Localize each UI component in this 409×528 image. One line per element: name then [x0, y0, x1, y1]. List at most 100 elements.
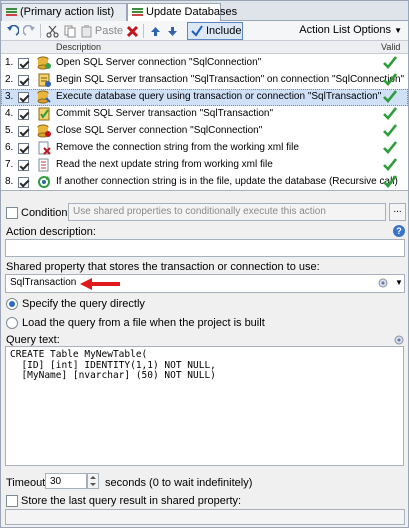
store-result-label: Store the last query result in shared pr… — [21, 495, 242, 507]
row-number: 1. — [5, 57, 14, 68]
undo-button[interactable] — [4, 23, 20, 39]
undo-icon — [6, 25, 19, 36]
store-result-checkbox[interactable] — [6, 495, 18, 507]
action-description-field[interactable] — [5, 239, 405, 257]
recursive-call-icon — [37, 175, 51, 189]
row-description: Remove the connection string from the wo… — [56, 142, 299, 153]
condition-label: Condition: — [21, 207, 71, 219]
xml-remove-icon — [37, 141, 51, 155]
list-header: Description Valid — [1, 41, 408, 54]
scissors-icon — [45, 25, 59, 38]
row-enabled-checkbox[interactable] — [18, 177, 29, 188]
redo-button[interactable] — [21, 23, 37, 39]
action-list-icon — [6, 7, 17, 20]
row-enabled-checkbox[interactable] — [18, 126, 29, 137]
action-row[interactable]: 2. Begin SQL Server transaction "SqlTrans… — [1, 72, 408, 89]
tab-label: (Primary action list) — [20, 6, 115, 18]
radio-load-query-from-file-label: Load the query from a file when the proj… — [22, 317, 265, 329]
shared-property-icon[interactable] — [377, 277, 389, 292]
arrow-up-icon — [150, 26, 160, 36]
row-description: Read the next update string from working… — [56, 159, 273, 170]
include-label: Include — [206, 25, 242, 37]
checkmark-icon — [191, 25, 203, 37]
row-enabled-checkbox[interactable] — [18, 160, 29, 171]
condition-field[interactable]: Use shared properties to conditionally e… — [68, 203, 386, 221]
delete-icon — [126, 25, 138, 37]
redo-icon — [22, 25, 35, 36]
action-row[interactable]: 1. Open SQL Server connection "SqlConnect… — [1, 55, 408, 72]
row-enabled-checkbox[interactable] — [18, 58, 29, 69]
query-text-label: Query text: — [6, 334, 60, 346]
include-toggle-button[interactable]: Include — [187, 22, 243, 40]
row-description: Execute database query using transaction… — [56, 91, 382, 102]
column-header-description[interactable]: Description — [56, 42, 101, 52]
move-up-button[interactable] — [147, 23, 163, 39]
arrow-down-icon — [167, 26, 177, 36]
move-down-button[interactable] — [164, 23, 180, 39]
paste-button[interactable]: Paste — [81, 23, 123, 39]
valid-check-icon — [383, 90, 398, 106]
chevron-down-icon[interactable]: ▼ — [395, 278, 403, 287]
paste-label: Paste — [94, 25, 123, 37]
database-query-icon — [37, 90, 51, 104]
action-list-window: (Primary action list) Update Databases P… — [0, 0, 409, 528]
transaction-begin-icon — [37, 73, 51, 87]
copy-button[interactable] — [62, 23, 78, 39]
valid-check-icon — [383, 158, 398, 174]
timeout-spinner[interactable] — [87, 473, 99, 489]
radio-load-query-from-file[interactable] — [6, 317, 18, 329]
cut-button[interactable] — [44, 23, 60, 39]
shared-property-value: SqlTransaction — [10, 277, 77, 288]
valid-check-icon — [383, 107, 398, 123]
action-row[interactable]: 6. Remove the connection string from the … — [1, 140, 408, 157]
timeout-suffix: seconds (0 to wait indefinitely) — [105, 477, 253, 489]
tab-update-databases[interactable]: Update Databases — [127, 3, 237, 22]
query-text-editor[interactable]: CREATE Table MyNewTable( [ID] [int] IDEN… — [5, 346, 404, 466]
tab-label: Update Databases — [146, 6, 238, 18]
valid-check-icon — [383, 141, 398, 157]
database-close-icon — [37, 124, 51, 138]
action-list-icon — [132, 7, 143, 20]
tab-primary-action-list[interactable]: (Primary action list) — [1, 3, 127, 21]
query-line: CREATE Table MyNewTable( — [10, 349, 148, 360]
action-row[interactable]: 5. Close SQL Server connection "SqlConnec… — [1, 123, 408, 140]
timeout-label: Timeout: — [6, 477, 49, 489]
chevron-down-icon: ▼ — [394, 26, 402, 35]
action-row[interactable]: 8. If another connection string is in the… — [1, 174, 408, 191]
transaction-commit-icon — [37, 107, 51, 121]
action-list-options-menu[interactable]: Action List Options ▼ — [299, 24, 402, 36]
condition-browse-button[interactable]: ... — [389, 203, 406, 221]
row-number: 2. — [5, 74, 14, 85]
query-line: [MyName] [nvarchar] (50) NOT NULL) — [10, 370, 216, 381]
shared-property-select[interactable]: SqlTransaction — [5, 274, 405, 293]
row-enabled-checkbox[interactable] — [18, 75, 29, 86]
copy-icon — [64, 25, 75, 37]
row-number: 8. — [5, 176, 14, 187]
action-row[interactable]: 4. Commit SQL Server transaction "SqlTran… — [1, 106, 408, 123]
row-enabled-checkbox[interactable] — [18, 143, 29, 154]
row-enabled-checkbox[interactable] — [18, 109, 29, 120]
delete-button[interactable] — [124, 23, 140, 39]
action-description-label: Action description: — [6, 226, 96, 238]
row-description: Open SQL Server connection "SqlConnectio… — [56, 57, 262, 68]
valid-check-icon — [383, 73, 398, 89]
column-header-valid[interactable]: Valid — [381, 42, 400, 52]
action-list: Description Valid 1. Open SQL Server conn… — [1, 41, 408, 191]
toolbar: Paste Include Action List Options ▼ — [1, 21, 408, 41]
action-row[interactable]: 3. Execute database query using transacti… — [1, 89, 408, 106]
row-description: If another connection string is in the f… — [56, 176, 398, 187]
condition-checkbox[interactable] — [6, 207, 18, 219]
radio-specify-query-directly[interactable] — [6, 298, 18, 310]
row-description: Close SQL Server connection "SqlConnecti… — [56, 125, 263, 136]
help-icon[interactable]: ? — [393, 225, 405, 237]
timeout-input[interactable]: 30 — [45, 473, 87, 489]
action-list-options-label: Action List Options — [299, 24, 392, 36]
database-open-icon — [37, 56, 51, 70]
paste-icon — [81, 24, 92, 37]
valid-check-icon — [383, 124, 398, 140]
row-enabled-checkbox[interactable] — [18, 92, 29, 103]
store-result-field[interactable] — [5, 509, 405, 525]
xml-read-icon — [37, 158, 51, 172]
action-row[interactable]: 7. Read the next update string from worki… — [1, 157, 408, 174]
valid-check-icon — [383, 56, 398, 72]
